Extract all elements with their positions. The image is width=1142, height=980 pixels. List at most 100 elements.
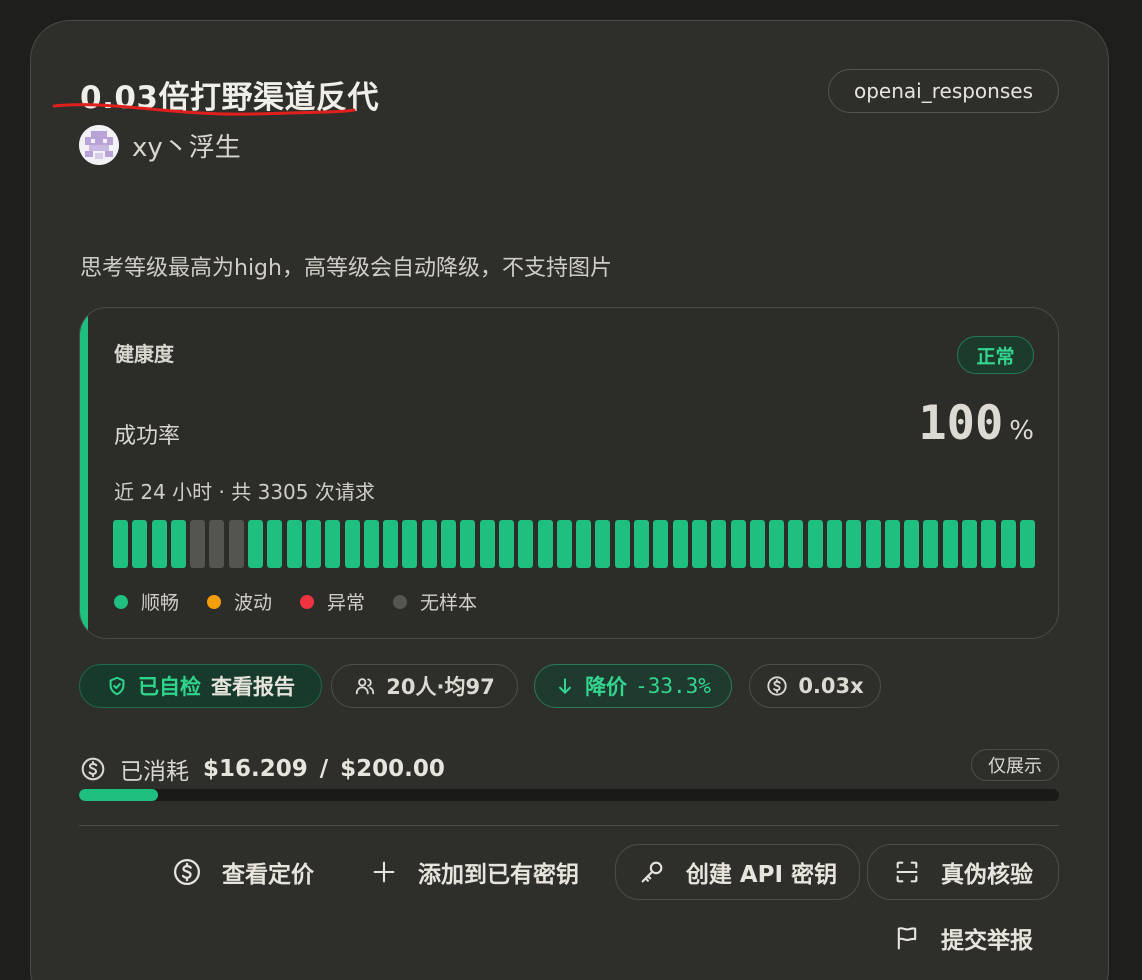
legend-dot [114,594,128,609]
self-check-report-button[interactable]: 已自检 查看报告 [79,664,322,708]
success-rate-unit: % [1009,416,1034,446]
health-bar[interactable] [170,520,186,568]
health-bar[interactable] [1000,520,1016,568]
legend-label: 波动 [234,592,273,614]
success-rate-value: 100 [918,396,1004,451]
title-underline-annotation [52,103,356,116]
users-chip: 20人·均97 [331,664,518,708]
health-bar[interactable] [556,520,572,568]
health-bar[interactable] [730,520,746,568]
multiplier-chip: 0.03x [749,664,881,708]
health-bar[interactable] [614,520,630,568]
health-bar[interactable] [537,520,553,568]
health-bar[interactable] [634,520,650,568]
health-bar[interactable] [498,520,514,568]
spend-progress-fill [79,789,159,801]
health-timeline [113,520,1035,568]
health-bar[interactable] [421,520,437,568]
health-bar[interactable] [267,520,283,568]
health-bar[interactable] [711,520,727,568]
health-bar[interactable] [190,520,206,568]
author[interactable]: xy丶浮生 [79,125,241,165]
health-bar[interactable] [749,520,765,568]
health-bar[interactable] [113,520,128,568]
health-legend: 顺畅 波动 异常 无样本 [114,588,505,615]
health-bar[interactable] [653,520,669,568]
health-bar[interactable] [769,520,785,568]
health-bar[interactable] [942,520,958,568]
view-pricing-label: 查看定价 [222,862,314,888]
legend-item: 顺畅 [114,588,179,615]
health-bar[interactable] [884,520,900,568]
health-bar[interactable] [672,520,688,568]
view-pricing-button[interactable]: 查看定价 [172,844,314,900]
submit-report-label: 提交举报 [941,928,1033,954]
health-bar[interactable] [363,520,379,568]
add-to-existing-key-label: 添加到已有密钥 [418,862,579,888]
health-bar[interactable] [865,520,881,568]
health-accent-bar [80,308,88,638]
health-bar[interactable] [248,520,264,568]
health-bar[interactable] [846,520,862,568]
avatar [79,125,119,165]
health-bar[interactable] [209,520,225,568]
dollar-circle-icon [81,757,105,781]
multiplier-value: 0.03x [798,674,864,698]
flag-icon [897,927,917,950]
price-drop-label: 降价 [585,675,628,699]
key-icon [641,861,663,883]
health-bar[interactable] [383,520,399,568]
health-bar[interactable] [923,520,939,568]
health-meta: 近 24 小时 · 共 3305 次请求 [114,480,375,504]
legend-item: 异常 [300,588,365,615]
create-api-key-button[interactable]: 创建 API 密钥 [615,844,860,900]
health-bar[interactable] [518,520,534,568]
legend-label: 无样本 [420,592,478,614]
health-bar[interactable] [228,520,244,568]
dollar-circle-icon [767,676,787,696]
health-label: 健康度 [114,342,174,366]
health-bar[interactable] [904,520,920,568]
spend-separator: / [319,756,329,782]
health-bar[interactable] [479,520,495,568]
health-bar[interactable] [460,520,476,568]
health-bar[interactable] [595,520,611,568]
price-drop-value: -33.3% [635,674,711,698]
api-type-tag: openai_responses [828,69,1059,113]
legend-label: 顺畅 [141,592,180,614]
health-bar[interactable] [344,520,360,568]
health-bar[interactable] [826,520,842,568]
health-bar[interactable] [788,520,804,568]
spend-progress-bar [79,789,1059,801]
legend-label: 异常 [327,592,366,614]
display-only-badge: 仅展示 [971,749,1059,781]
view-report-label: 查看报告 [211,675,295,699]
health-bar[interactable] [691,520,707,568]
arrow-down-icon [559,678,572,694]
submit-report-button[interactable]: 提交举报 [893,910,1033,966]
self-check-label: 已自检 [138,675,201,699]
health-bar[interactable] [1019,520,1035,568]
health-bar[interactable] [807,520,823,568]
health-bar[interactable] [576,520,592,568]
health-bar[interactable] [981,520,997,568]
spend-summary: 已消耗 $16.209 / $200.00 [80,752,445,786]
health-bar[interactable] [305,520,321,568]
health-bar[interactable] [402,520,418,568]
health-bar[interactable] [441,520,457,568]
spend-label: 已消耗 [120,759,189,785]
dollar-circle-icon [174,859,200,885]
spend-total: $200.00 [340,756,445,782]
health-bar[interactable] [962,520,978,568]
health-bar[interactable] [286,520,302,568]
health-bar[interactable] [151,520,167,568]
authenticity-check-button[interactable]: 真伪核验 [867,844,1059,900]
health-status-badge: 正常 [957,336,1034,374]
plus-icon [373,861,395,883]
success-rate-label: 成功率 [114,424,181,449]
legend-item: 波动 [207,588,272,615]
author-name: xy丶浮生 [132,132,241,163]
health-bar[interactable] [132,520,148,568]
health-bar[interactable] [325,520,341,568]
add-to-existing-key-button[interactable]: 添加到已有密钥 [370,844,579,900]
